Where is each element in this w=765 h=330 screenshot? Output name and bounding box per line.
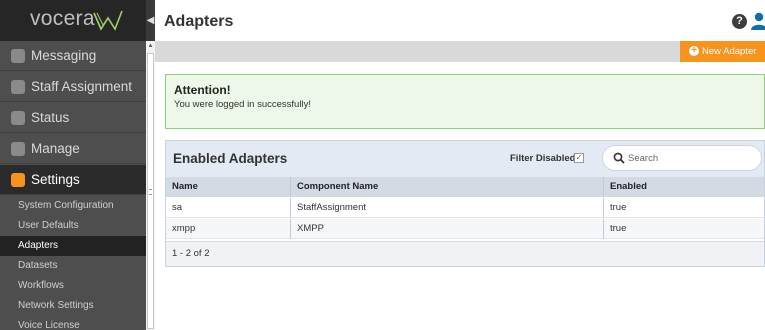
- toolbar: + New Adapter: [155, 41, 765, 62]
- search-box[interactable]: [602, 145, 762, 171]
- sidebar-item-status[interactable]: Status: [0, 103, 146, 133]
- enabled-adapters-panel: Enabled Adapters Filter Disabled: ✓ Name…: [165, 140, 765, 267]
- vocera-logo-mark: [93, 10, 123, 31]
- cell-enabled: true: [603, 219, 764, 239]
- chat-bubble-icon: [11, 49, 25, 63]
- filter-disabled-checkbox[interactable]: ✓: [574, 153, 584, 163]
- sidebar-item-settings[interactable]: Settings: [0, 165, 146, 195]
- sidebar-item-manage[interactable]: Manage: [0, 134, 146, 164]
- sidebar-subitem-workflows[interactable]: Workflows: [0, 276, 146, 296]
- status-icon: [11, 111, 25, 125]
- sidebar-item-label: Status: [31, 110, 70, 125]
- sidebar-subitem-datasets[interactable]: Datasets: [0, 256, 146, 276]
- cell-name: sa: [172, 202, 183, 213]
- main-content: Adapters ? + New Adapter Attention! You …: [155, 0, 765, 330]
- user-icon[interactable]: [751, 12, 765, 30]
- cell-name: xmpp: [172, 223, 196, 234]
- sidebar-item-label: Manage: [31, 141, 80, 156]
- panel-header: Enabled Adapters Filter Disabled: ✓: [166, 141, 764, 177]
- logo-bar: vocera: [0, 0, 146, 41]
- column-header-component-name[interactable]: Component Name: [290, 177, 603, 197]
- table-row[interactable]: sa StaffAssignment true: [166, 198, 764, 218]
- table-header-row: Name Component Name Enabled: [166, 177, 764, 197]
- wrench-icon: [11, 173, 25, 187]
- sidebar-subitem-system-configuration[interactable]: System Configuration: [0, 196, 146, 216]
- scrollbar-grip-icon: [149, 189, 152, 195]
- column-header-name[interactable]: Name: [166, 177, 290, 197]
- vocera-logo: vocera: [30, 7, 95, 30]
- panel-title: Enabled Adapters: [173, 151, 288, 166]
- sidebar-subitem-voice-license[interactable]: Voice License: [0, 316, 146, 330]
- sidebar-subitem-user-defaults[interactable]: User Defaults: [0, 216, 146, 236]
- sidebar-scrollbar[interactable]: ▲: [146, 41, 155, 330]
- search-input[interactable]: [628, 150, 753, 166]
- page-header: Adapters ?: [155, 0, 765, 41]
- search-icon: [613, 152, 625, 164]
- plus-circle-icon: +: [689, 46, 699, 56]
- new-adapter-label: New Adapter: [702, 46, 757, 57]
- app-window: vocera ◀ Messaging Staff Assignment Stat…: [0, 0, 765, 330]
- cell-component-name: StaffAssignment: [290, 198, 603, 218]
- sidebar-collapse-button[interactable]: ◀: [146, 0, 155, 41]
- table-row[interactable]: xmpp XMPP true: [166, 219, 764, 239]
- sidebar-item-label: Messaging: [31, 48, 97, 63]
- alert-message: You were logged in successfully!: [174, 99, 311, 110]
- sidebar-item-staff-assignment[interactable]: Staff Assignment: [0, 72, 146, 102]
- success-alert: Attention! You were logged in successful…: [165, 74, 765, 129]
- new-adapter-button[interactable]: + New Adapter: [680, 41, 765, 62]
- manage-icon: [11, 142, 25, 156]
- sidebar-subitem-network-settings[interactable]: Network Settings: [0, 296, 146, 316]
- alert-title: Attention!: [174, 83, 231, 97]
- sidebar-item-label: Settings: [31, 172, 80, 187]
- sidebar-item-label: Staff Assignment: [31, 79, 133, 94]
- help-icon[interactable]: ?: [732, 14, 747, 29]
- cell-component-name: XMPP: [290, 219, 603, 239]
- scroll-up-arrow-icon[interactable]: ▲: [146, 41, 155, 51]
- sidebar-item-messaging[interactable]: Messaging: [0, 41, 146, 71]
- pagination-summary: 1 - 2 of 2: [166, 241, 764, 266]
- cell-enabled: true: [603, 198, 764, 218]
- page-title: Adapters: [164, 13, 234, 30]
- sidebar: vocera ◀ Messaging Staff Assignment Stat…: [0, 0, 155, 330]
- sidebar-subitem-adapters[interactable]: Adapters: [0, 236, 146, 256]
- filter-disabled-label: Filter Disabled:: [510, 153, 579, 164]
- scrollbar-thumb[interactable]: [147, 53, 154, 329]
- staff-assignment-icon: [11, 80, 25, 94]
- column-header-enabled[interactable]: Enabled: [603, 177, 764, 197]
